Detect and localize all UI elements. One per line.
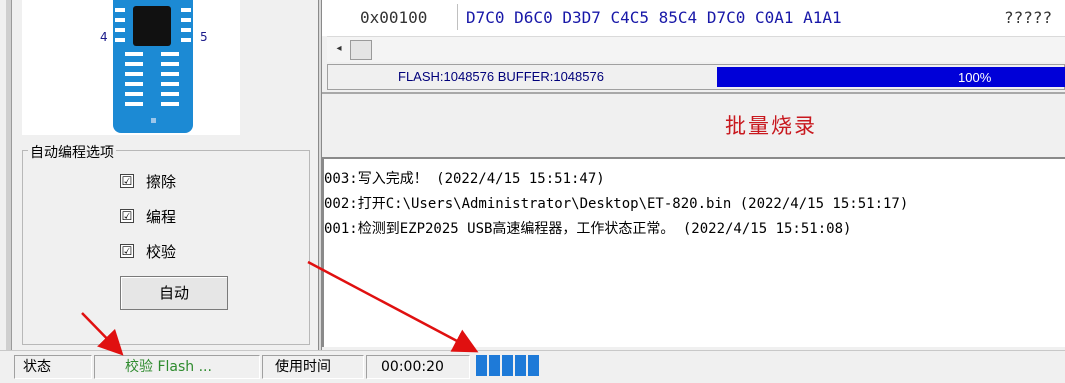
pin-label-right: 5 [200,30,208,44]
progress-segment [502,355,513,376]
batch-burn-label[interactable]: 批量烧录 [725,110,817,140]
progress-segment [528,355,539,376]
auto-options-title: 自动编程选项 [28,142,116,162]
progress-label: 100% [958,70,992,85]
log-line: 003:写入完成！ (2022/4/15 15:51:47) [324,171,605,187]
program-label: 编程 [146,208,177,226]
progress-segment [515,355,526,376]
pin-label-left: 4 [100,30,108,44]
verify-checkbox[interactable]: ☑ [120,244,134,258]
progress-segment [489,355,500,376]
log-line: 002:打开C:\Users\Administrator\Desktop\ET-… [324,196,909,212]
horizontal-scrollbar[interactable] [327,36,1065,62]
hex-separator [457,4,458,30]
batch-burn-area[interactable] [322,92,1065,154]
log-line: 001:检测到EZP2025 USB高速编程器，工作状态正常。 (2022/4/… [324,221,852,237]
status-value: 校验 Flash ... [94,355,260,379]
board-dot [151,118,156,123]
flash-buffer-info: FLASH:1048576 BUFFER:1048576 [398,69,604,84]
hex-address: 0x00100 [360,8,428,27]
auto-button[interactable]: 自动 [120,276,228,310]
progress-fill [717,67,1065,87]
program-checkbox[interactable]: ☑ [120,209,134,223]
scroll-thumb[interactable] [350,40,372,60]
status-label: 状态 [14,355,92,379]
left-edge [6,0,12,350]
erase-checkbox[interactable]: ☑ [120,174,134,188]
chip-ic [133,6,171,46]
elapsed-label: 使用时间 [262,355,364,379]
erase-label: 擦除 [146,173,177,191]
progress-segment [476,355,487,376]
verify-label: 校验 [146,243,177,261]
hex-ascii: ????? [1004,8,1053,27]
scroll-left-icon[interactable]: ◂ [330,40,348,58]
hex-bytes: D7C0 D6C0 D3D7 C4C5 85C4 D7C0 C0A1 A1A1 [466,8,842,27]
elapsed-value: 00:00:20 [366,355,470,379]
